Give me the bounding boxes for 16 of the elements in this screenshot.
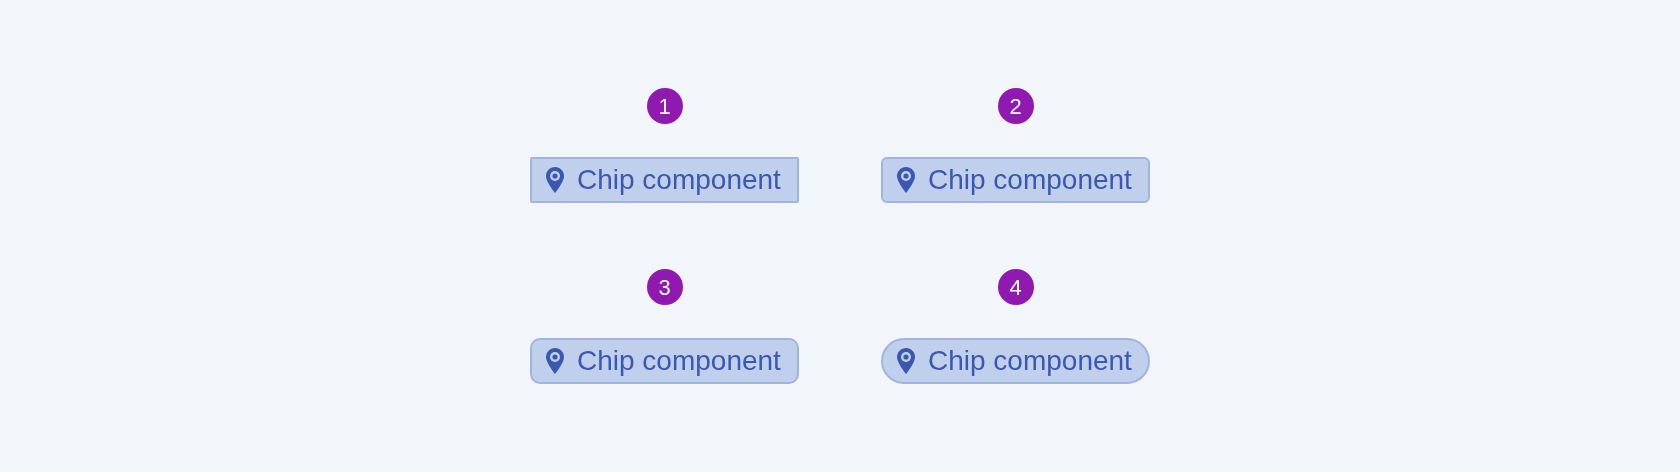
chip[interactable]: Chip component xyxy=(530,338,799,384)
map-pin-icon xyxy=(896,166,916,194)
number-badge: 2 xyxy=(997,88,1034,124)
map-pin-icon xyxy=(896,347,916,375)
number-badge: 4 xyxy=(997,269,1034,305)
chip-label: Chip component xyxy=(928,163,1132,197)
chip-label: Chip component xyxy=(928,344,1132,378)
number-badge: 3 xyxy=(646,269,683,305)
chip[interactable]: Chip component xyxy=(881,157,1150,203)
chip-label: Chip component xyxy=(577,163,781,197)
map-pin-icon xyxy=(545,166,565,194)
map-pin-icon xyxy=(545,347,565,375)
chip[interactable]: Chip component xyxy=(530,157,799,203)
chip[interactable]: Chip component xyxy=(881,338,1150,384)
chip-label: Chip component xyxy=(577,344,781,378)
number-badge: 1 xyxy=(646,88,683,124)
